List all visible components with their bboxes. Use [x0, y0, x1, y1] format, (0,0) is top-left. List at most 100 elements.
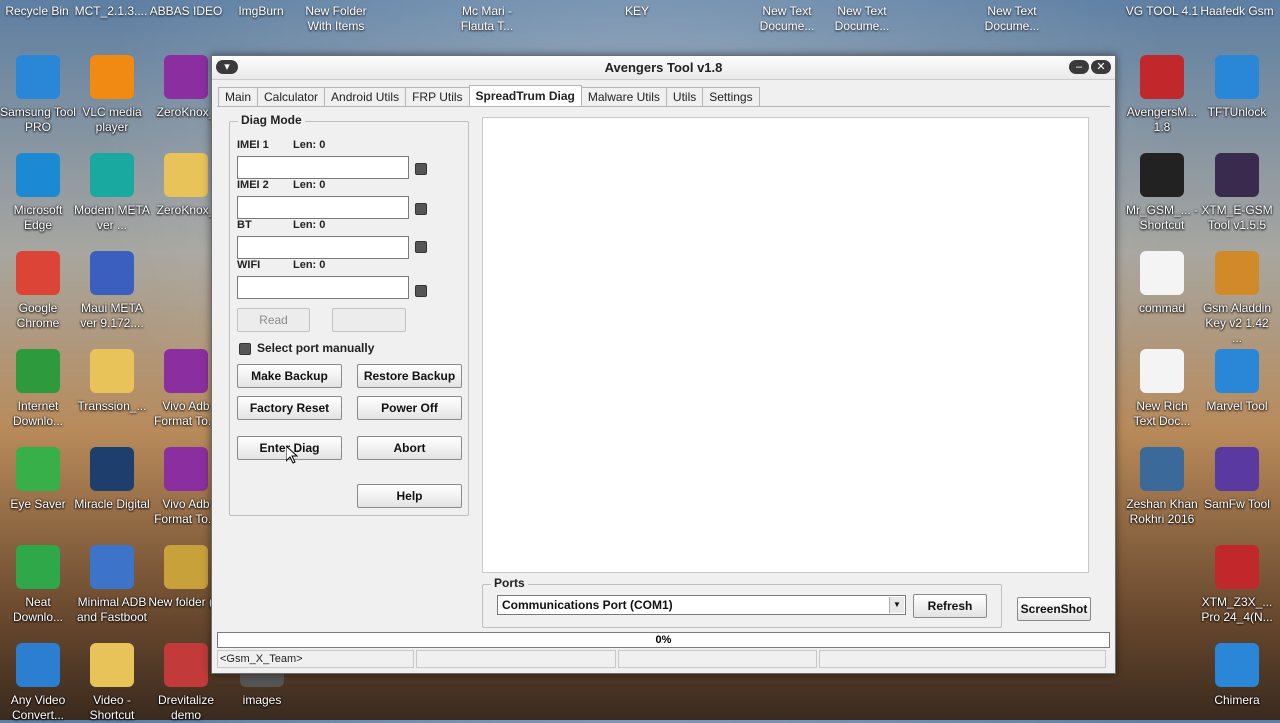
desktop-icon[interactable]: VLC media player: [74, 55, 150, 135]
write-button[interactable]: [332, 308, 406, 332]
desktop-top-label[interactable]: MCT_2.1.3....: [71, 4, 151, 19]
abort-button[interactable]: Abort: [357, 436, 462, 460]
power-off-button[interactable]: Power Off: [357, 396, 462, 420]
desktop-icon-label: New Rich Text Doc...: [1133, 399, 1191, 428]
close-button[interactable]: ✕: [1091, 60, 1111, 74]
tab-calculator[interactable]: Calculator: [257, 87, 326, 106]
minimize-button[interactable]: –: [1069, 60, 1089, 74]
desktop-icon[interactable]: Zeshan Khan Rokhri 2016: [1124, 447, 1200, 527]
desktop-icon-label: Drevitalize demo: [157, 693, 214, 722]
shield-icon: [1215, 55, 1259, 99]
desktop-icon[interactable]: Gsm Aladdin Key v2 1.42 ...: [1199, 251, 1275, 346]
wifi-len: Len: 0: [293, 259, 326, 271]
bt-len: Len: 0: [293, 219, 326, 231]
building-icon: [90, 251, 134, 295]
screenshot-button[interactable]: ScreenShot: [1017, 597, 1091, 621]
select-port-checkbox[interactable]: [239, 343, 251, 355]
restore-backup-button[interactable]: Restore Backup: [357, 364, 462, 388]
desktop-top-label[interactable]: Recycle Bin: [0, 4, 77, 19]
desktop-icon[interactable]: Any Video Convert...: [0, 643, 76, 723]
chevron-down-icon[interactable]: ▼: [889, 597, 904, 613]
desktop-icon[interactable]: Samsung Tool PRO: [0, 55, 76, 135]
desktop-top-label[interactable]: New Text Docume...: [972, 4, 1052, 34]
desktop-icon[interactable]: XTM_Z3X_... Pro 24_4(N...: [1199, 545, 1275, 625]
desktop-icon[interactable]: TFTUnlock: [1199, 55, 1275, 120]
desktop-icon[interactable]: Chimera: [1199, 643, 1275, 708]
desktop-icon-label: Miracle Digital: [74, 497, 150, 511]
imei1-input[interactable]: [237, 156, 409, 179]
desktop-top-label[interactable]: VG TOOL 4.1: [1122, 4, 1202, 19]
help-button[interactable]: Help: [357, 484, 462, 508]
desktop-icon[interactable]: SamFw Tool: [1199, 447, 1275, 512]
desktop-icon[interactable]: AvengersM... 1.8: [1124, 55, 1200, 135]
desktop-icon-label: XTM_E-GSM Tool v1.5.5: [1201, 203, 1273, 232]
window-title: Avengers Tool v1.8: [604, 60, 723, 75]
status-cell: [416, 650, 616, 668]
desktop-icon[interactable]: Transsion_...: [74, 349, 150, 414]
desktop-icon[interactable]: Internet Downlo...: [0, 349, 76, 429]
port-select[interactable]: Communications Port (COM1) ▼: [497, 595, 906, 615]
desktop-icon[interactable]: Miracle Digital: [74, 447, 150, 512]
desktop-icon-label: Modem META ver ...: [74, 203, 150, 232]
photo-icon: [1140, 447, 1184, 491]
desktop-icon[interactable]: commad: [1124, 251, 1200, 316]
desktop-top-label[interactable]: KEY: [597, 4, 677, 19]
tab-frp-utils[interactable]: FRP Utils: [405, 87, 470, 106]
bt-input[interactable]: [237, 236, 409, 259]
make-backup-button[interactable]: Make Backup: [237, 364, 342, 388]
tab-utils[interactable]: Utils: [665, 87, 704, 106]
chrome-icon: [16, 251, 60, 295]
desktop-top-label[interactable]: New Text Docume...: [747, 4, 827, 34]
imei2-label: IMEI 2: [237, 179, 269, 191]
cone-icon: [90, 55, 134, 99]
desktop-icon[interactable]: Marvel Tool: [1199, 349, 1275, 414]
desktop-icon-label: Minimal ADB and Fastboot: [76, 595, 148, 624]
desktop-icon-label: Maui META ver 9.172....: [80, 301, 144, 330]
desktop-icon-label: Google Chrome: [16, 301, 60, 330]
desktop-icon-label: AvengersM... 1.8: [1126, 105, 1198, 134]
wifi-checkbox[interactable]: [415, 285, 427, 297]
imei2-checkbox[interactable]: [415, 203, 427, 215]
desktop-top-label[interactable]: Mc Mari - Flauta T...: [447, 4, 527, 34]
desktop-icon[interactable]: Mr_GSM_... - Shortcut: [1124, 153, 1200, 233]
desktop-icon[interactable]: Maui META ver 9.172....: [74, 251, 150, 331]
desktop-icon[interactable]: Modem META ver ...: [74, 153, 150, 233]
port-select-value: Communications Port (COM1): [502, 598, 673, 612]
read-button[interactable]: Read: [237, 308, 310, 332]
desktop-icon[interactable]: Minimal ADB and Fastboot: [74, 545, 150, 625]
bt-label: BT: [237, 219, 252, 231]
desktop-icon-label: SamFw Tool: [1204, 497, 1270, 511]
imei1-checkbox[interactable]: [415, 163, 427, 175]
desktop-top-label[interactable]: Haafedk Gsm: [1197, 4, 1277, 19]
log-output[interactable]: [482, 117, 1089, 573]
select-port-label: Select port manually: [257, 341, 375, 355]
tab-malware-utils[interactable]: Malware Utils: [580, 87, 667, 106]
samfw-icon: [1215, 447, 1259, 491]
desktop-top-label[interactable]: ImgBurn: [221, 4, 301, 19]
desktop-icon[interactable]: Google Chrome: [0, 251, 76, 331]
desktop-icon[interactable]: New Rich Text Doc...: [1124, 349, 1200, 429]
desktop-top-label[interactable]: New Text Docume...: [822, 4, 902, 34]
desktop-icon[interactable]: XTM_E-GSM Tool v1.5.5: [1199, 153, 1275, 233]
tab-android-utils[interactable]: Android Utils: [324, 87, 407, 106]
desktop-top-label[interactable]: New Folder With Items: [296, 4, 376, 34]
factory-reset-button[interactable]: Factory Reset: [237, 396, 342, 420]
tab-main[interactable]: Main: [218, 87, 259, 106]
bt-checkbox[interactable]: [415, 241, 427, 253]
desktop-icon[interactable]: Neat Downlo...: [0, 545, 76, 625]
desktop-icon-label: Video - Shortcut: [89, 693, 135, 722]
aladdin-icon: [1215, 251, 1259, 295]
imei2-input[interactable]: [237, 196, 409, 219]
window-icon: [90, 545, 134, 589]
title-bar[interactable]: ▾ Avengers Tool v1.8 – ✕: [212, 56, 1115, 80]
desktop-icon-label: Samsung Tool PRO: [0, 105, 76, 134]
desktop-icon-label: Gsm Aladdin Key v2 1.42 ...: [1202, 301, 1272, 345]
desktop-icon[interactable]: Eye Saver: [0, 447, 76, 512]
tab-settings[interactable]: Settings: [702, 87, 760, 106]
wifi-input[interactable]: [237, 276, 409, 299]
desktop-top-label[interactable]: ABBAS IDEO: [146, 4, 226, 19]
desktop-icon[interactable]: Microsoft Edge: [0, 153, 76, 233]
desktop-icon[interactable]: Video - Shortcut: [74, 643, 150, 723]
refresh-button[interactable]: Refresh: [913, 594, 987, 618]
tab-spreadtrum-diag[interactable]: SpreadTrum Diag: [468, 85, 582, 107]
